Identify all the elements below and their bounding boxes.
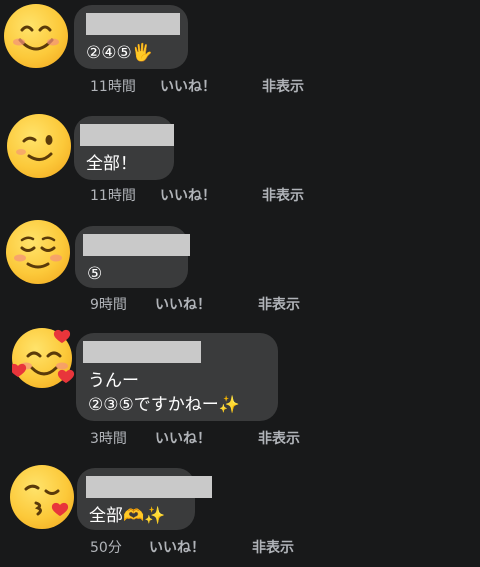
comment-meta: 50分 いいね！ 非表示 [0,538,480,558]
comment-time[interactable]: 3時間 [90,429,127,449]
smiling-face-with-hearts-icon[interactable] [12,328,75,388]
hide-link[interactable]: 非表示 [252,538,294,558]
comment-bubble: 全部！ [74,116,174,180]
hide-link[interactable]: 非表示 [258,429,300,449]
hide-link[interactable]: 非表示 [262,186,304,206]
like-link[interactable]: いいね！ [155,429,211,449]
comment-time[interactable]: 9時間 [90,295,127,315]
comment-meta: 9時間 いいね！ 非表示 [0,295,480,315]
comment-meta: 11時間 いいね！ 非表示 [0,186,480,206]
comment-text: ②④⑤🖐 [86,43,153,63]
hide-link[interactable]: 非表示 [262,77,304,97]
redacted-author-name [83,234,190,256]
hide-link[interactable]: 非表示 [258,295,300,315]
like-link[interactable]: いいね！ [160,77,216,97]
comment-meta: 3時間 いいね！ 非表示 [0,429,480,449]
redacted-author-name [83,341,201,363]
like-link[interactable]: いいね！ [149,538,205,558]
redacted-author-name [86,13,180,35]
comment-text: 全部🫶✨ [89,506,166,526]
comment-text: うんー ②③⑤ですかねー✨ [88,371,240,415]
comment-bubble: うんー ②③⑤ですかねー✨ [76,333,278,421]
smiling-face-icon[interactable] [4,4,68,68]
like-link[interactable]: いいね！ [155,295,211,315]
comment-meta: 11時間 いいね！ 非表示 [0,77,480,97]
redacted-author-name [86,476,212,498]
comment-time[interactable]: 11時間 [90,77,136,97]
comment-time[interactable]: 11時間 [90,186,136,206]
comment-text: 全部！ [86,154,137,174]
winking-face-icon[interactable] [7,114,71,178]
comment-time[interactable]: 50分 [90,538,122,558]
comment-bubble: ②④⑤🖐 [74,5,188,69]
redacted-author-name [80,124,174,146]
comment-text: ⑤ [87,264,103,284]
comment-bubble: 全部🫶✨ [77,468,212,530]
kissing-face-icon[interactable] [10,465,74,529]
like-link[interactable]: いいね！ [160,186,216,206]
relieved-face-icon[interactable] [6,220,70,284]
comment-bubble: ⑤ [75,226,190,288]
